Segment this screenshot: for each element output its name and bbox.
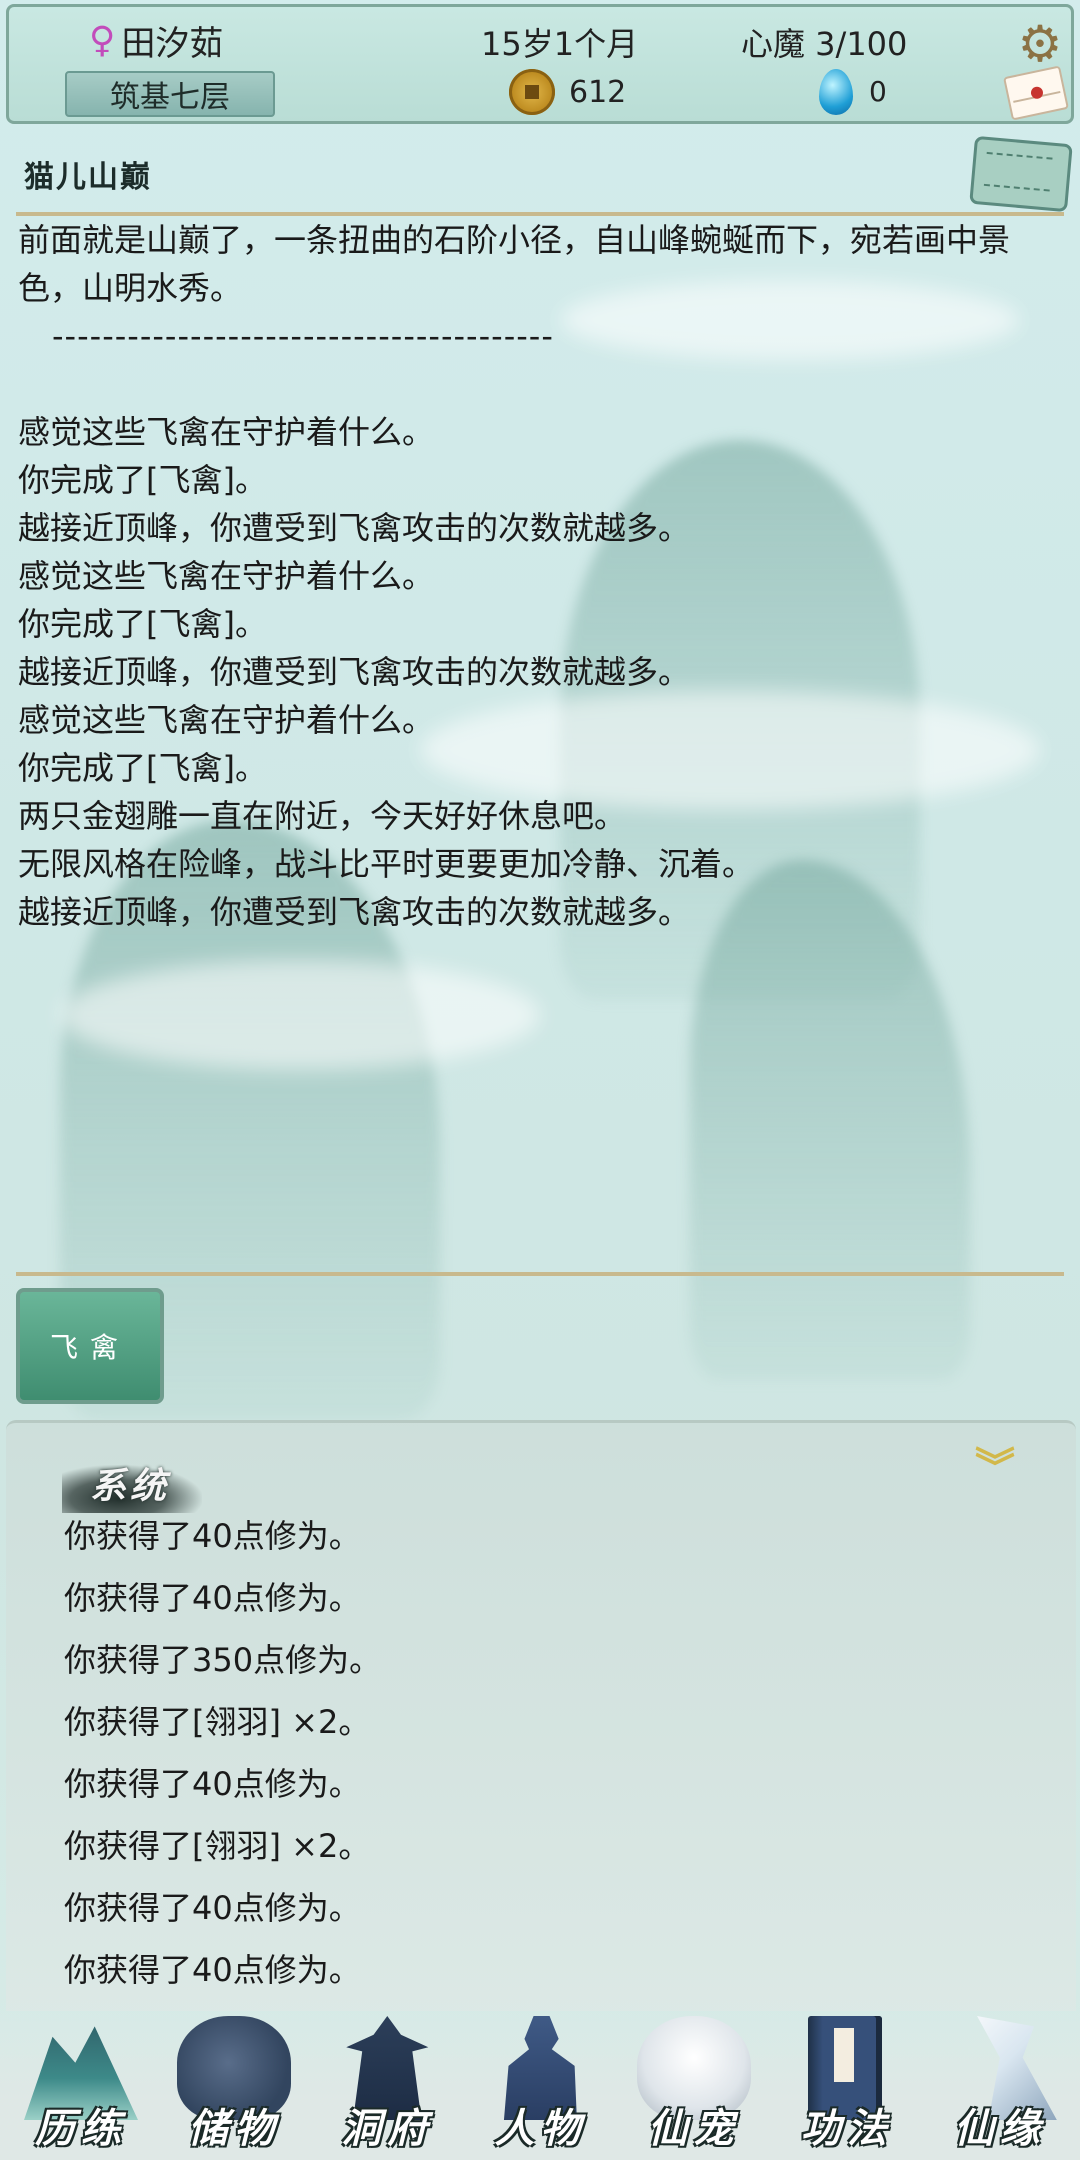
system-line: 你获得了40点修为。 <box>64 1951 361 1989</box>
nav-label: 人物 <box>494 2105 587 2152</box>
nav-label: 历练 <box>35 2105 127 2152</box>
story-line: 你完成了[飞禽]。 <box>18 461 267 499</box>
coin-icon <box>509 69 555 115</box>
nav-cave[interactable]: 洞府 <box>310 2008 463 2160</box>
spirit-stone-icon <box>819 69 853 115</box>
coin-count: 612 <box>569 75 627 110</box>
age-label: 15岁1个月 <box>481 25 639 63</box>
nav-fate[interactable]: 仙缘 <box>923 2008 1076 2160</box>
system-log-panel: 系统 ︾ 你获得了40点修为。 你获得了40点修为。 你获得了350点修为。 你… <box>6 1420 1076 2011</box>
nav-label: 功法 <box>800 2105 893 2152</box>
realm-badge[interactable]: 筑基七层 <box>65 71 275 117</box>
inner-demon-counter: 心魔 3/100 <box>741 25 908 63</box>
divider-bottom <box>16 1272 1064 1276</box>
location-title: 猫儿山巅 <box>24 160 152 195</box>
story-log: 前面就是山巅了，一条扭曲的石阶小径，自山峰蜿蜒而下，宛若画中景色，山明水秀。 -… <box>18 216 1058 936</box>
system-line: 你获得了[翎羽] ×2。 <box>64 1703 371 1741</box>
system-line: 你获得了40点修为。 <box>64 1889 361 1927</box>
bottom-nav: 历练 储物 洞府 人物 仙宠 功法 仙缘 <box>0 2008 1080 2160</box>
mail-icon[interactable] <box>1003 65 1069 121</box>
story-line: 越接近顶峰，你遭受到飞禽攻击的次数就越多。 <box>18 893 691 931</box>
system-line: 你获得了[翎羽] ×2。 <box>64 1827 371 1865</box>
nav-label: 洞府 <box>341 2105 434 2152</box>
system-title: 系统 <box>90 1465 171 1507</box>
system-line: 你获得了40点修为。 <box>64 1765 361 1803</box>
story-line: 越接近顶峰，你遭受到飞禽攻击的次数就越多。 <box>18 509 691 547</box>
system-lines: 你获得了40点修为。 你获得了40点修为。 你获得了350点修为。 你获得了[翎… <box>64 1505 381 2001</box>
character-name[interactable]: 田汐茹 <box>121 16 223 65</box>
status-header: ♀ 田汐茹 筑基七层 15岁1个月 612 心魔 3/100 0 ⚙ <box>6 4 1074 124</box>
female-icon: ♀ <box>89 19 116 61</box>
nav-pet[interactable]: 仙宠 <box>617 2008 770 2160</box>
nav-training[interactable]: 历练 <box>4 2008 157 2160</box>
story-line: 你完成了[飞禽]。 <box>18 605 267 643</box>
chevron-down-icon[interactable]: ︾ <box>970 1443 1020 1493</box>
nav-label: 仙宠 <box>647 2105 740 2152</box>
story-line: 越接近顶峰，你遭受到飞禽攻击的次数就越多。 <box>18 653 691 691</box>
system-line: 你获得了40点修为。 <box>64 1517 361 1555</box>
nav-label: 仙缘 <box>953 2105 1046 2152</box>
story-line: 两只金翅雕一直在附近，今天好好休息吧。 <box>18 797 627 835</box>
system-line: 你获得了40点修为。 <box>64 1579 361 1617</box>
story-lines: 感觉这些飞禽在守护着什么。 你完成了[飞禽]。 越接近顶峰，你遭受到飞禽攻击的次… <box>18 408 1058 936</box>
gear-icon[interactable]: ⚙ <box>1013 17 1067 71</box>
spirit-stone-count: 0 <box>869 75 887 108</box>
story-intro: 前面就是山巅了，一条扭曲的石阶小径，自山峰蜿蜒而下，宛若画中景色，山明水秀。 <box>18 221 1011 307</box>
story-line: 感觉这些飞禽在守护着什么。 <box>18 701 435 739</box>
nav-character[interactable]: 人物 <box>463 2008 616 2160</box>
nav-storage[interactable]: 储物 <box>157 2008 310 2160</box>
story-line: 感觉这些飞禽在守护着什么。 <box>18 413 435 451</box>
system-line: 你获得了350点修为。 <box>64 1641 382 1679</box>
story-line: 无限风格在险峰，战斗比平时更要更加冷静、沉着。 <box>18 845 755 883</box>
character-name-row: ♀ 田汐茹 <box>89 15 223 65</box>
story-separator: ---------------------------------------- <box>52 317 554 355</box>
nav-label: 储物 <box>188 2105 281 2152</box>
fight-birds-button[interactable]: 飞禽 <box>16 1288 164 1404</box>
story-line: 感觉这些飞禽在守护着什么。 <box>18 557 435 595</box>
map-scroll-icon[interactable] <box>969 135 1073 213</box>
story-line: 你完成了[飞禽]。 <box>18 749 267 787</box>
nav-skills[interactable]: 功法 <box>770 2008 923 2160</box>
